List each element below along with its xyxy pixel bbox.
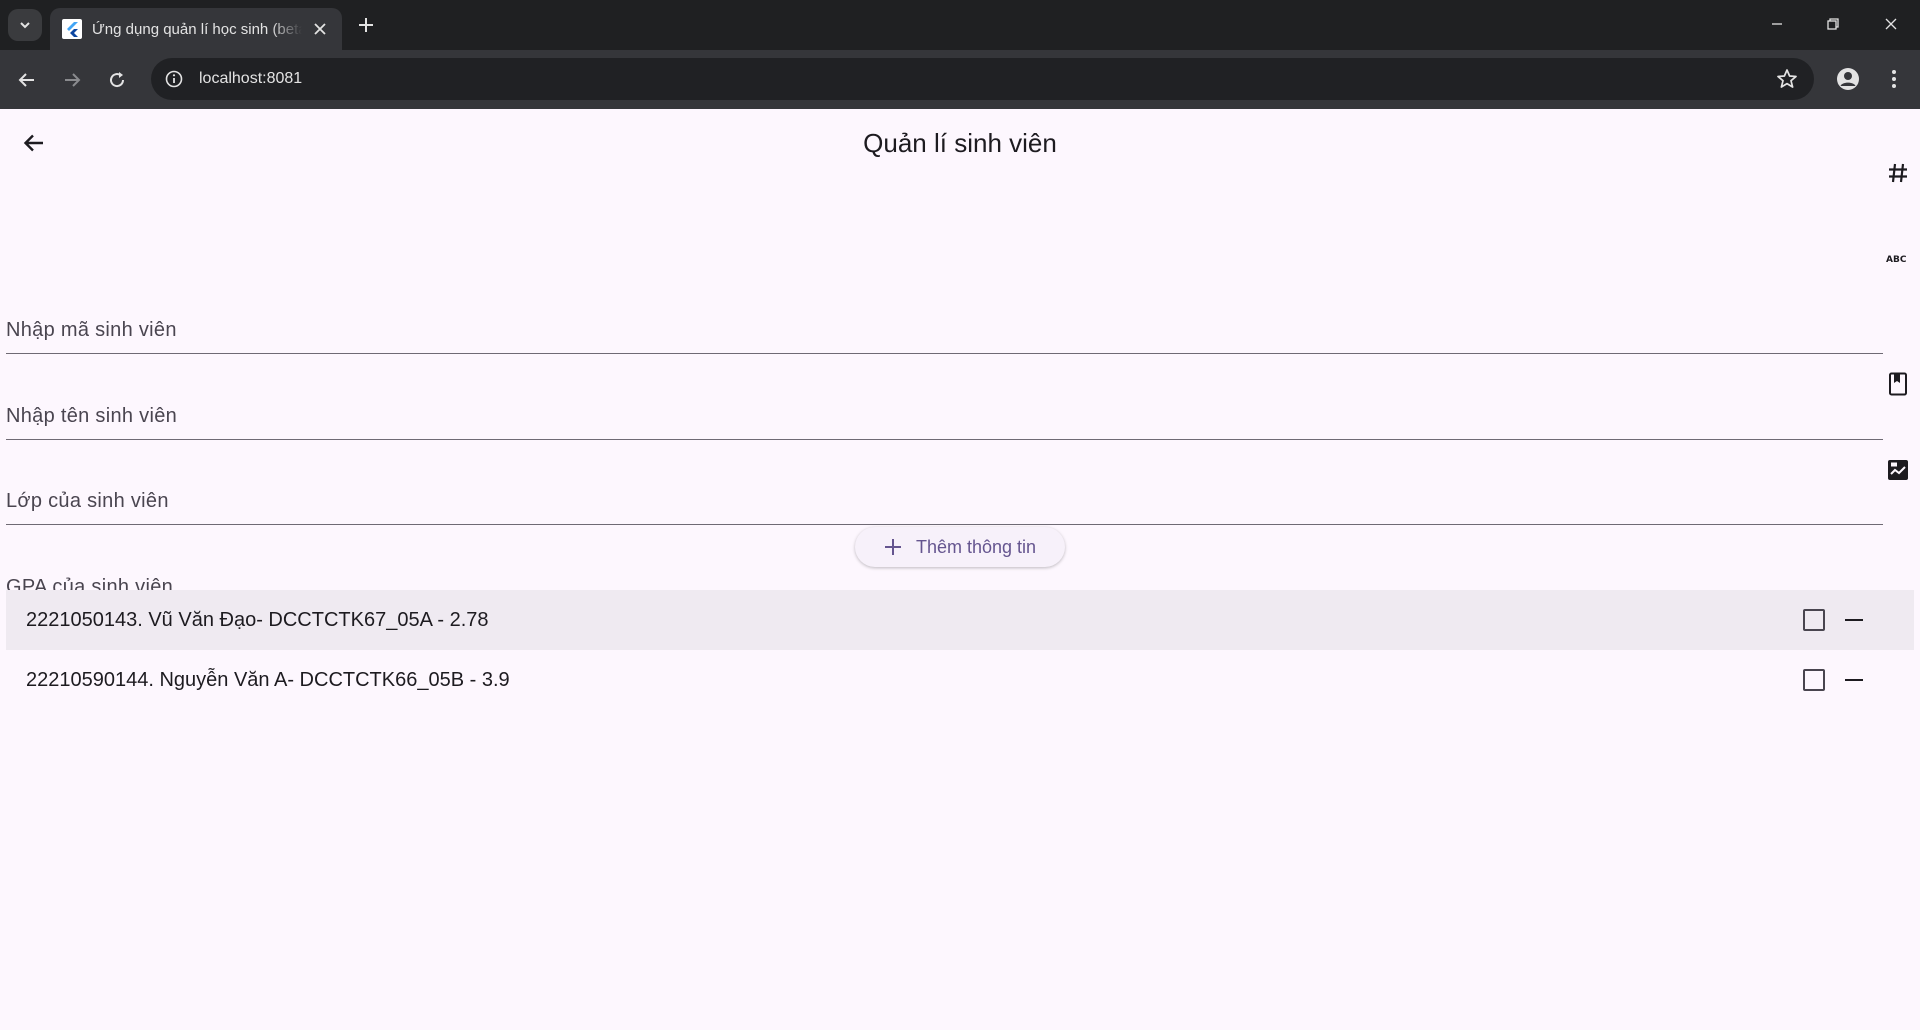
remove-icon[interactable] — [1842, 668, 1866, 692]
back-nav-button[interactable] — [9, 62, 45, 98]
list-item[interactable]: 22210590144. Nguyễn Văn A- DCCTCTK66_05B… — [6, 650, 1914, 710]
minimize-button[interactable] — [1754, 8, 1800, 40]
app-page: Quản lí sinh viên ABC — [0, 109, 1920, 1030]
minimize-icon — [1772, 23, 1782, 25]
student-entry-text: 2221050143. Vũ Văn Đạo- DCCTCTK67_05A - … — [26, 608, 489, 631]
score-chart-icon — [1886, 458, 1910, 482]
student-name-input[interactable] — [6, 380, 1883, 439]
reload-button[interactable] — [99, 62, 135, 98]
student-entry-text: 22210590144. Nguyễn Văn A- DCCTCTK66_05B… — [26, 668, 510, 691]
student-class-input[interactable] — [6, 465, 1883, 524]
svg-text:ABC: ABC — [1886, 255, 1907, 264]
student-id-field[interactable] — [6, 294, 1883, 354]
profile-button[interactable] — [1831, 62, 1865, 96]
student-class-field[interactable] — [6, 465, 1883, 525]
arrow-right-icon — [65, 73, 81, 87]
list-item[interactable]: 2221050143. Vũ Văn Đạo- DCCTCTK67_05A - … — [6, 590, 1914, 650]
hash-icon — [1886, 161, 1910, 185]
reload-icon — [110, 72, 125, 88]
tab-close-icon[interactable] — [310, 19, 330, 39]
browser-menu-button[interactable] — [1877, 62, 1911, 96]
arrow-left-icon — [18, 73, 34, 87]
plus-icon — [359, 18, 373, 32]
browser-tab-strip: Ứng dụng quản lí học sinh (beta) — [0, 0, 1920, 50]
close-window-button[interactable] — [1868, 8, 1914, 40]
plus-icon — [884, 539, 901, 555]
forward-nav-button[interactable] — [54, 62, 90, 98]
chevron-down-icon — [20, 22, 30, 29]
bookmark-star-icon[interactable] — [1776, 68, 1798, 90]
student-list: 2221050143. Vũ Văn Đạo- DCCTCTK67_05A - … — [6, 590, 1914, 710]
address-bar[interactable]: localhost:8081 — [151, 58, 1814, 100]
remove-icon[interactable] — [1842, 608, 1866, 632]
page-title: Quản lí sinh viên — [863, 128, 1057, 158]
browser-toolbar: localhost:8081 — [0, 50, 1920, 109]
close-icon — [1885, 18, 1897, 30]
tab-search-button[interactable] — [8, 9, 42, 41]
abc-icon: ABC — [1886, 246, 1910, 270]
student-checkbox[interactable] — [1803, 609, 1825, 631]
student-id-input[interactable] — [6, 294, 1883, 353]
site-info-icon[interactable] — [163, 68, 185, 90]
account-icon — [1837, 68, 1859, 90]
new-tab-button[interactable] — [353, 12, 379, 38]
restore-icon — [1827, 18, 1839, 30]
tab-title: Ứng dụng quản lí học sinh (beta) — [92, 20, 302, 38]
student-checkbox[interactable] — [1803, 669, 1825, 691]
add-info-button[interactable]: Thêm thông tin — [855, 527, 1065, 567]
browser-tab-active[interactable]: Ứng dụng quản lí học sinh (beta) — [50, 8, 342, 50]
flutter-favicon-icon — [62, 19, 82, 39]
restore-button[interactable] — [1810, 8, 1856, 40]
app-bar: Quản lí sinh viên — [0, 109, 1920, 177]
class-book-icon — [1886, 372, 1910, 396]
url-text: localhost:8081 — [199, 70, 303, 87]
add-info-label: Thêm thông tin — [915, 536, 1037, 557]
student-name-field[interactable] — [6, 380, 1883, 440]
more-vert-icon — [1892, 70, 1896, 88]
